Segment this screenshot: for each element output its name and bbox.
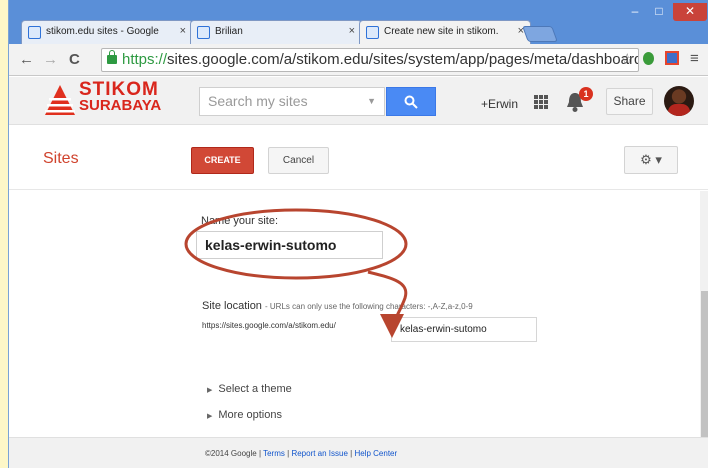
sites-header: STIKOM SURABAYA Search my sites ▼ +Erwin… — [9, 77, 708, 125]
search-dropdown-icon[interactable]: ▼ — [367, 88, 376, 115]
tab-create-new-site[interactable]: Create new site in stikom. × — [359, 20, 531, 44]
lock-icon — [107, 50, 117, 64]
url-text: sites.google.com/a/stikom.edu/sites/syst… — [167, 51, 639, 68]
back-button[interactable]: ← — [19, 51, 34, 68]
settings-gear-button[interactable]: ⚙ ▾ — [624, 146, 678, 174]
forward-button[interactable]: → — [43, 51, 58, 68]
page-title[interactable]: Sites — [43, 150, 79, 168]
search-icon — [404, 95, 418, 109]
sites-favicon-icon — [28, 26, 41, 39]
more-options-label: More options — [218, 409, 282, 421]
expand-triangle-icon: ▶ — [207, 413, 213, 420]
terms-link[interactable]: Terms — [263, 449, 285, 458]
stikom-logo-icon[interactable] — [45, 85, 75, 115]
tab-brilian[interactable]: Brilian × — [190, 20, 362, 44]
tab-title: Create new site in stikom. — [384, 26, 499, 37]
chrome-menu-icon[interactable]: ≡ — [690, 50, 699, 67]
footer-separator: | — [258, 449, 262, 458]
report-issue-link[interactable]: Report an Issue — [291, 449, 347, 458]
scrollbar-thumb[interactable] — [701, 291, 708, 437]
tab-close-icon[interactable]: × — [349, 25, 355, 37]
footer-separator: | — [350, 449, 353, 458]
bookmark-star-icon[interactable]: ☆ — [621, 49, 634, 71]
more-options-toggle[interactable]: ▶ More options — [207, 409, 282, 421]
site-location-input[interactable]: kelas-erwin-sutomo — [391, 317, 537, 342]
site-name-label: Name your site: — [201, 215, 279, 227]
reload-button[interactable]: C — [69, 51, 80, 68]
tab-stikom-sites[interactable]: stikom.edu sites - Google × — [21, 20, 193, 44]
site-location-prefix: https://sites.google.com/a/stikom.edu/ — [202, 321, 336, 330]
close-window-button[interactable]: ✕ — [673, 3, 707, 21]
site-location-hint: - URLs can only use the following charac… — [265, 302, 473, 311]
create-site-form: Name your site: kelas-erwin-sutomo Site … — [9, 191, 708, 437]
minimize-button[interactable]: ‒ — [623, 3, 647, 21]
user-name-link[interactable]: +Erwin — [481, 97, 518, 111]
copyright-text: ©2014 Google — [205, 449, 257, 458]
tab-title: Brilian — [215, 26, 243, 37]
avatar[interactable] — [664, 86, 694, 116]
footer-separator: | — [287, 449, 290, 458]
search-placeholder: Search my sites — [208, 93, 308, 109]
tab-close-icon[interactable]: × — [180, 25, 186, 37]
maximize-button[interactable]: □ — [647, 3, 671, 21]
address-bar[interactable]: https://sites.google.com/a/stikom.edu/si… — [101, 48, 639, 72]
share-button[interactable]: Share — [606, 88, 653, 115]
tab-title: stikom.edu sites - Google — [46, 26, 159, 37]
create-button[interactable]: CREATE — [191, 147, 254, 174]
site-location-label: Site location - URLs can only use the fo… — [202, 300, 473, 312]
select-theme-label: Select a theme — [218, 383, 292, 395]
logo-line-2: SURABAYA — [79, 97, 162, 114]
select-theme-toggle[interactable]: ▶ Select a theme — [207, 383, 292, 395]
browser-window: stikom.edu sites - Google × Brilian × Cr… — [8, 0, 708, 468]
sites-favicon-icon — [197, 26, 210, 39]
apps-grid-icon[interactable] — [534, 95, 548, 109]
search-button[interactable] — [386, 87, 436, 116]
browser-toolbar: ← → C https://sites.google.com/a/stikom.… — [9, 44, 708, 76]
sites-favicon-icon — [366, 26, 379, 39]
help-center-link[interactable]: Help Center — [354, 449, 397, 458]
site-name-input[interactable]: kelas-erwin-sutomo — [196, 231, 383, 259]
expand-triangle-icon: ▶ — [207, 387, 213, 394]
notification-count-badge: 1 — [579, 87, 593, 101]
action-bar: Sites CREATE Cancel ⚙ ▾ — [9, 126, 708, 190]
logo-line-1: STIKOM — [79, 79, 159, 100]
extension-icon[interactable] — [665, 51, 679, 65]
cancel-button[interactable]: Cancel — [268, 147, 329, 174]
url-scheme: https:// — [122, 51, 168, 68]
page-footer: ©2014 Google | Terms | Report an Issue |… — [9, 437, 708, 468]
stikom-logo[interactable]: STIKOM SURABAYA — [79, 79, 162, 114]
search-input[interactable]: Search my sites ▼ — [199, 87, 385, 116]
extension-evernote-icon[interactable] — [643, 52, 654, 65]
title-bar: stikom.edu sites - Google × Brilian × Cr… — [9, 0, 708, 44]
new-tab-button[interactable] — [522, 26, 558, 42]
site-location-title: Site location — [202, 300, 262, 312]
